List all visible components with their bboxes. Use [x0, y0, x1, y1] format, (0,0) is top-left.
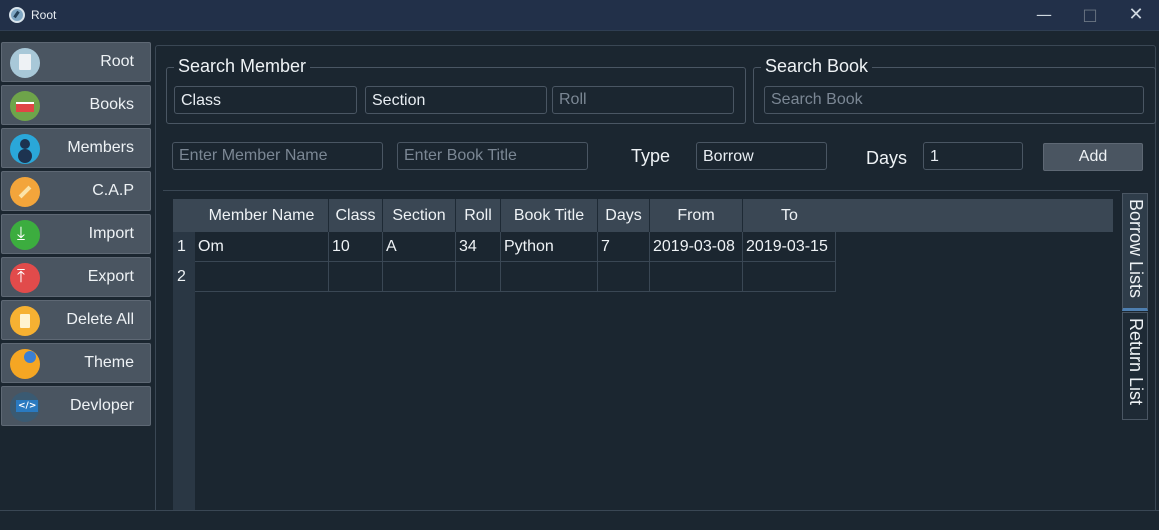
- column-header-to[interactable]: To: [743, 199, 836, 232]
- add-button[interactable]: Add: [1043, 143, 1143, 171]
- tab-return-list[interactable]: Return List: [1122, 312, 1148, 420]
- cell-from[interactable]: [650, 262, 743, 292]
- sidebar-item-label: Devloper: [69, 397, 134, 414]
- sidebar-item-label: Root: [100, 53, 134, 70]
- title-bar: Root — □ ✕: [0, 0, 1159, 31]
- sidebar-item-cap[interactable]: C.A.P: [1, 171, 151, 211]
- export-icon: [10, 263, 40, 293]
- member-name-input[interactable]: [172, 142, 383, 170]
- theme-icon: [10, 349, 40, 379]
- cell-roll[interactable]: 34: [456, 232, 501, 262]
- sidebar-item-label: Members: [67, 139, 134, 156]
- sidebar-item-label: Books: [89, 96, 134, 113]
- maximize-button[interactable]: □: [1067, 0, 1113, 31]
- column-header-days[interactable]: Days: [598, 199, 650, 232]
- row-header-2[interactable]: 2: [173, 262, 195, 292]
- status-bar: [0, 510, 1159, 530]
- cell-days[interactable]: 7: [598, 232, 650, 262]
- tab-borrow-lists[interactable]: Borrow Lists: [1122, 193, 1148, 311]
- cell-member-name[interactable]: [195, 262, 329, 292]
- search-book-title: Search Book: [761, 56, 873, 77]
- cell-roll[interactable]: [456, 262, 501, 292]
- tab-borrow-label: Borrow Lists: [1126, 199, 1146, 299]
- sidebar-item-label: Theme: [84, 354, 134, 371]
- app-icon: [9, 7, 25, 23]
- cell-from[interactable]: 2019-03-08: [650, 232, 743, 262]
- cell-book-title[interactable]: Python: [501, 232, 598, 262]
- table-header: Member Name Class Section Roll Book Titl…: [195, 199, 1113, 232]
- sidebar-item-label: Export: [87, 268, 134, 285]
- cell-member-name[interactable]: Om: [195, 232, 329, 262]
- cell-section[interactable]: [383, 262, 456, 292]
- sidebar-item-books[interactable]: Books: [1, 85, 151, 125]
- members-icon: [10, 134, 40, 164]
- cell-section[interactable]: A: [383, 232, 456, 262]
- book-title-input[interactable]: [397, 142, 588, 170]
- developer-icon: [10, 392, 40, 422]
- column-header-roll[interactable]: Roll: [456, 199, 501, 232]
- cap-icon: [10, 177, 40, 207]
- cell-class[interactable]: 10: [329, 232, 383, 262]
- root-icon: [10, 48, 40, 78]
- section-select[interactable]: Section: [365, 86, 547, 114]
- sidebar-item-import[interactable]: Import: [1, 214, 151, 254]
- column-header-section[interactable]: Section: [383, 199, 456, 232]
- sidebar-item-delete-all[interactable]: Delete All: [1, 300, 151, 340]
- column-header-book-title[interactable]: Book Title: [501, 199, 598, 232]
- column-header-class[interactable]: Class: [329, 199, 383, 232]
- cell-days[interactable]: [598, 262, 650, 292]
- sidebar-item-label: Import: [88, 225, 134, 242]
- close-button[interactable]: ✕: [1113, 0, 1159, 31]
- cell-book-title[interactable]: [501, 262, 598, 292]
- tab-return-label: Return List: [1126, 318, 1146, 406]
- sidebar-item-export[interactable]: Export: [1, 257, 151, 297]
- delete-icon: [10, 306, 40, 336]
- sidebar-item-label: Delete All: [66, 311, 134, 328]
- cell-to[interactable]: 2019-03-15: [743, 232, 836, 262]
- type-label: Type: [631, 146, 671, 166]
- sidebar-item-developer[interactable]: Devloper: [1, 386, 151, 426]
- sidebar-item-members[interactable]: Members: [1, 128, 151, 168]
- table-corner[interactable]: [173, 199, 195, 232]
- column-header-from[interactable]: From: [650, 199, 743, 232]
- days-label: Days: [866, 148, 908, 168]
- cell-to[interactable]: [743, 262, 836, 292]
- borrow-table: Member Name Class Section Roll Book Titl…: [163, 190, 1120, 510]
- window-title: Root: [31, 8, 57, 22]
- class-select[interactable]: Class: [174, 86, 357, 114]
- import-icon: [10, 220, 40, 250]
- sidebar-item-label: C.A.P: [92, 182, 134, 199]
- search-member-title: Search Member: [174, 56, 311, 77]
- roll-input[interactable]: [552, 86, 734, 114]
- row-header-1[interactable]: 1: [173, 232, 195, 262]
- sidebar-item-root[interactable]: Root: [1, 42, 151, 82]
- sidebar-item-theme[interactable]: Theme: [1, 343, 151, 383]
- column-header-member-name[interactable]: Member Name: [195, 199, 329, 232]
- books-icon: [10, 91, 40, 121]
- type-select[interactable]: Borrow: [696, 142, 827, 170]
- days-spinbox[interactable]: 1: [923, 142, 1023, 170]
- minimize-button[interactable]: —: [1021, 0, 1067, 31]
- search-book-input[interactable]: [764, 86, 1144, 114]
- cell-class[interactable]: [329, 262, 383, 292]
